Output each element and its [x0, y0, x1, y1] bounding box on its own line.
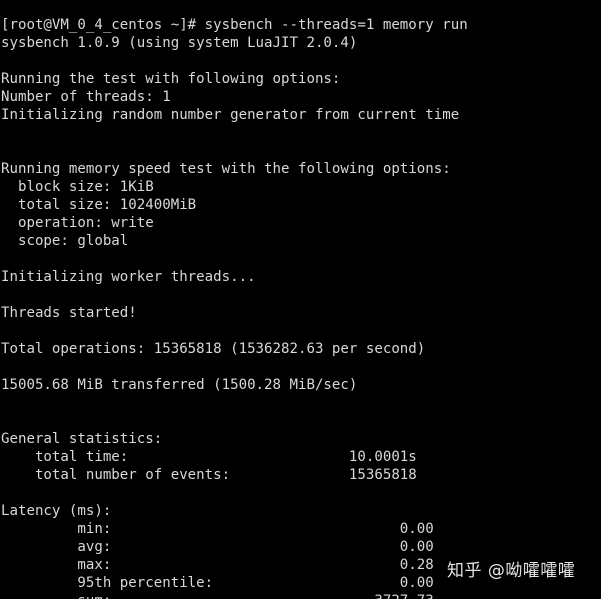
terminal-line: Initializing random number generator fro…: [1, 107, 460, 124]
terminal-line: total size: 102400MiB: [1, 197, 197, 214]
terminal-line: 15005.68 MiB transferred (1500.28 MiB/se…: [1, 377, 358, 394]
terminal-line: sysbench 1.0.9 (using system LuaJIT 2.0.…: [1, 35, 358, 52]
terminal-line: Threads started!: [1, 305, 137, 322]
terminal-line: 95th percentile: 0.00: [1, 575, 434, 592]
terminal-line: Running memory speed test with the follo…: [1, 161, 451, 178]
terminal-line: total time: 10.0001s: [1, 449, 417, 466]
terminal-window[interactable]: [root@VM_0_4_centos ~]# sysbench --threa…: [0, 0, 601, 599]
terminal-line: avg: 0.00: [1, 539, 434, 556]
terminal-line: Initializing worker threads...: [1, 269, 256, 286]
terminal-line: sum: 3727.73: [1, 592, 601, 599]
terminal-line: General statistics:: [1, 431, 163, 448]
terminal-line: total number of events: 15365818: [1, 467, 417, 484]
terminal-line: min: 0.00: [1, 521, 434, 538]
terminal-line: [root@VM_0_4_centos ~]# sysbench --threa…: [1, 17, 468, 34]
terminal-line: Number of threads: 1: [1, 89, 171, 106]
terminal-line: max: 0.28: [1, 557, 434, 574]
terminal-line: Running the test with following options:: [1, 71, 341, 88]
terminal-line: Latency (ms):: [1, 503, 112, 520]
terminal-line: Total operations: 15365818 (1536282.63 p…: [1, 341, 426, 358]
terminal-line: scope: global: [1, 233, 129, 250]
terminal-line: block size: 1KiB: [1, 179, 154, 196]
terminal-output[interactable]: [root@VM_0_4_centos ~]# sysbench --threa…: [0, 16, 601, 599]
terminal-line: operation: write: [1, 215, 154, 232]
